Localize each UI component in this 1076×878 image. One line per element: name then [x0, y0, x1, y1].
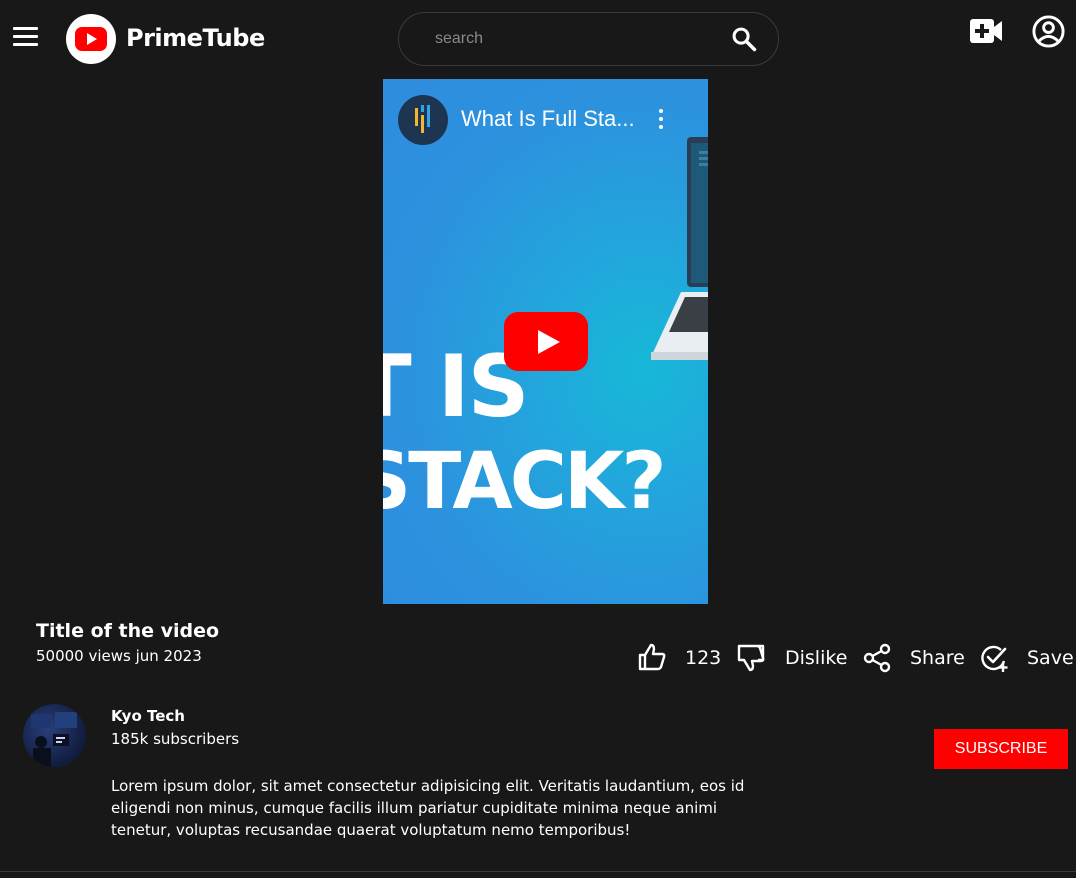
thumbs-up-icon[interactable]: [637, 642, 667, 672]
video-embed-title[interactable]: What Is Full Sta...: [461, 106, 635, 132]
avatar-image: [31, 712, 77, 767]
search-icon[interactable]: [730, 25, 758, 53]
dislike-label[interactable]: Dislike: [785, 647, 847, 669]
subscribe-button[interactable]: SUBSCRIBE: [934, 729, 1068, 769]
share-icon[interactable]: [862, 643, 892, 673]
account-circle-icon[interactable]: [1031, 14, 1066, 49]
logo-icon[interactable]: [66, 14, 116, 64]
channel-logo-icon: [415, 105, 430, 133]
thumbs-down-icon[interactable]: [736, 643, 766, 673]
more-vertical-icon[interactable]: [655, 109, 667, 133]
search-bar: [398, 12, 779, 66]
channel-avatar[interactable]: [23, 704, 86, 767]
video-upload-icon[interactable]: [968, 15, 1004, 47]
video-channel-avatar[interactable]: [398, 95, 448, 145]
like-count: 123: [685, 647, 722, 669]
channel-name[interactable]: Kyo Tech: [111, 707, 185, 725]
divider: [0, 871, 1076, 872]
save-label[interactable]: Save: [1027, 647, 1074, 669]
share-label[interactable]: Share: [910, 647, 965, 669]
search-input[interactable]: [435, 27, 715, 51]
play-button[interactable]: [504, 312, 588, 371]
save-check-icon[interactable]: [979, 643, 1009, 673]
brand-name[interactable]: PrimeTube: [126, 24, 265, 52]
laptop-illustration: [651, 137, 708, 360]
thumbnail-text-line2: STACK?: [383, 437, 667, 527]
video-description: Lorem ipsum dolor, sit amet consectetur …: [111, 777, 745, 839]
menu-icon[interactable]: [13, 27, 38, 46]
video-player[interactable]: What Is Full Sta... T IS STACK?: [383, 79, 708, 604]
subscriber-count: 185k subscribers: [111, 730, 240, 748]
video-title: Title of the video: [36, 620, 220, 642]
video-meta: 50000 views jun 2023: [36, 647, 202, 665]
play-icon: [75, 27, 107, 51]
